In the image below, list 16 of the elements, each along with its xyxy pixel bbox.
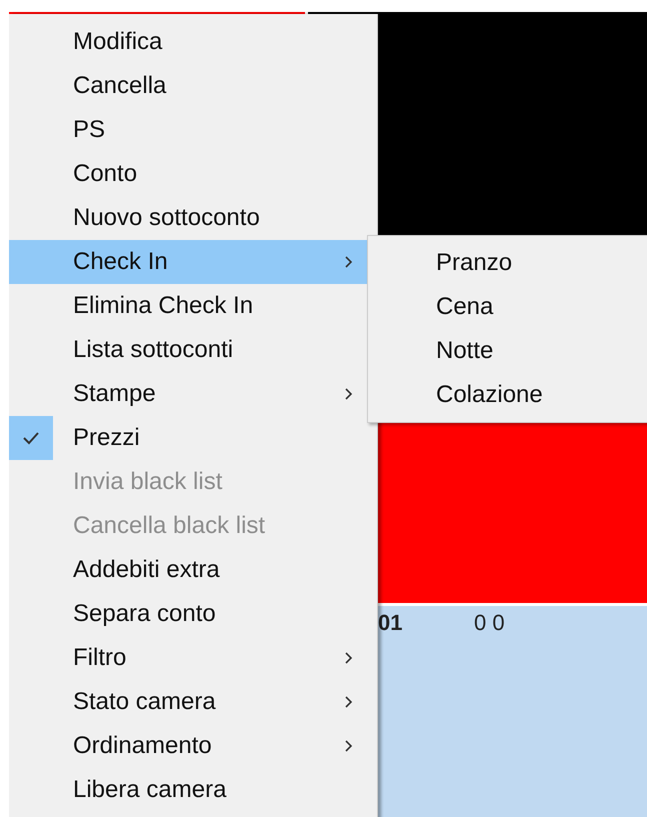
menu-item[interactable]: Libera camera	[9, 768, 377, 812]
menu-item[interactable]: Addebiti extra	[9, 548, 377, 592]
menu-item[interactable]: Separa conto	[9, 592, 377, 636]
menu-item[interactable]: Nuovo sottoconto	[9, 196, 377, 240]
table-cell: 01	[378, 610, 402, 636]
menu-item[interactable]: Conto	[9, 152, 377, 196]
menu-item[interactable]: Modifica	[9, 20, 377, 64]
menu-item[interactable]: PS	[9, 108, 377, 152]
menu-item[interactable]: Filtro	[9, 636, 377, 680]
table-cell: 0 0	[474, 610, 505, 636]
menu-item[interactable]: Stato camera	[9, 680, 377, 724]
menu-item[interactable]: Notte	[368, 329, 647, 373]
menu-item[interactable]: Ordinamento	[9, 724, 377, 768]
menu-item[interactable]: Cena	[368, 285, 647, 329]
menu-item[interactable]: Prezzi	[9, 416, 377, 460]
menu-item[interactable]: Cancella	[9, 64, 377, 108]
